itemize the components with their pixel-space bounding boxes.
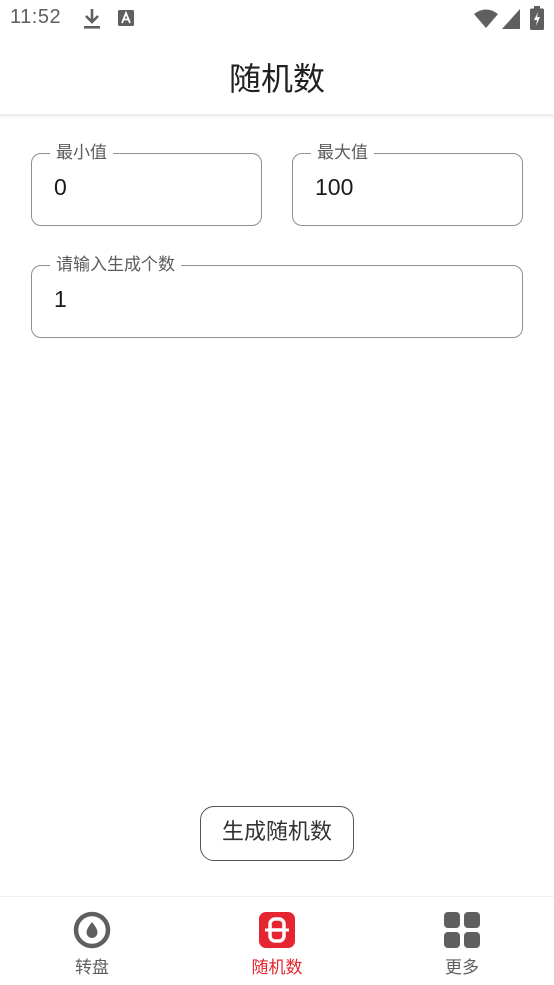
min-value-field[interactable]: 最小值 [31, 141, 262, 226]
nav-label-random: 随机数 [251, 958, 303, 978]
generate-random-button[interactable]: 生成随机数 [200, 806, 354, 861]
max-value-field[interactable]: 最大值 [292, 141, 523, 226]
status-bar: 11:52 [0, 0, 554, 38]
min-value-label: 最小值 [50, 141, 113, 165]
nav-label-wheel: 转盘 [75, 958, 109, 978]
count-label: 请输入生成个数 [50, 253, 181, 277]
wheel-icon [73, 911, 111, 949]
max-value-input[interactable] [315, 174, 500, 201]
nav-item-random[interactable]: 随机数 [185, 897, 369, 985]
app-bar: 随机数 [0, 38, 554, 115]
font-a-icon [118, 10, 134, 26]
nav-label-more: 更多 [445, 958, 479, 978]
min-value-input[interactable] [54, 174, 239, 201]
page-title: 随机数 [228, 60, 325, 98]
dice-icon [259, 912, 295, 948]
download-icon [84, 9, 100, 29]
nav-item-more[interactable]: 更多 [370, 897, 554, 985]
wifi-icon [474, 9, 498, 28]
count-input[interactable] [54, 286, 500, 313]
count-field[interactable]: 请输入生成个数 [31, 253, 523, 338]
grid-icon [444, 912, 480, 948]
signal-icon [502, 9, 520, 29]
battery-icon [530, 6, 544, 30]
bottom-nav: 转盘 随机数 更多 [0, 896, 554, 985]
status-time: 11:52 [10, 6, 62, 28]
nav-item-wheel[interactable]: 转盘 [0, 897, 184, 985]
max-value-label: 最大值 [311, 141, 374, 165]
